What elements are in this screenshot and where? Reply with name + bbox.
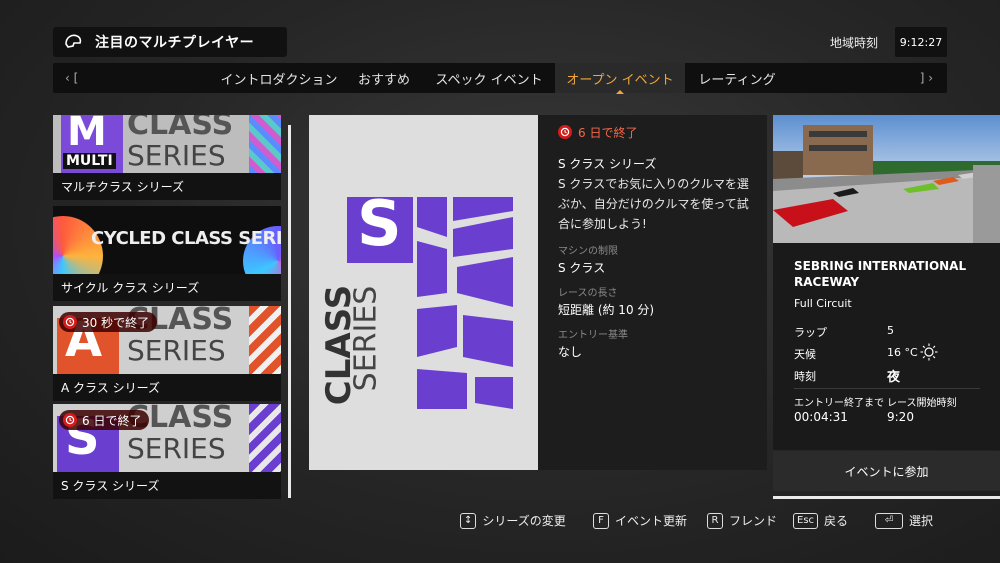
- race-start-label: レース開始時刻: [887, 398, 957, 409]
- series-art: M MULTI CLASS SERIES: [53, 115, 281, 173]
- updown-key-icon: ↕: [460, 512, 477, 529]
- hint-label: 戻る: [824, 514, 849, 528]
- hint-change-series[interactable]: ↕ シリーズの変更: [460, 512, 566, 529]
- event-info: 6 日で終了 S クラス シリーズ S クラスでお気に入りのクルマを選ぶか、自分…: [558, 122, 758, 360]
- tab-open-events[interactable]: オープン イベント: [555, 63, 685, 94]
- weather-value: 16 °C: [887, 346, 918, 359]
- hint-label: シリーズの変更: [482, 514, 566, 528]
- time-of-day-label: 時刻: [794, 370, 816, 383]
- hint-label: フレンド: [729, 514, 778, 528]
- laps-label: ラップ: [794, 326, 827, 339]
- event-art-pattern: [417, 197, 513, 409]
- entry-end-value: 00:04:31: [794, 410, 848, 424]
- hint-label: 選択: [909, 514, 934, 528]
- entry-criteria-value: なし: [558, 345, 583, 359]
- series-art-badge: MULTI: [63, 153, 116, 169]
- race-start-value: 9:20: [887, 410, 914, 424]
- tab-rating[interactable]: レーティング: [689, 63, 785, 93]
- clock-value: 9:12:27: [895, 27, 947, 57]
- car-restriction-value: S クラス: [558, 261, 606, 275]
- event-art: S CLASS SERIES: [309, 115, 538, 470]
- series-card-label: マルチクラス シリーズ: [53, 173, 281, 200]
- page-title-bar: 注目のマルチプレイヤー: [53, 27, 287, 57]
- entry-end-label: エントリー終了まで: [794, 398, 884, 409]
- event-art-letter: S: [357, 187, 402, 260]
- series-timer-text: 6 日で終了: [82, 413, 142, 428]
- hint-friends[interactable]: R フレンド: [707, 512, 777, 529]
- tab-spec-events[interactable]: スペック イベント: [427, 63, 551, 93]
- track-name: SEBRING INTERNATIONAL RACEWAY: [794, 259, 967, 289]
- esc-key-icon: Esc: [793, 512, 819, 529]
- series-art-title: CLASS: [127, 115, 234, 142]
- time-of-day-value: 夜: [887, 370, 901, 385]
- hint-label: イベント更新: [615, 514, 688, 528]
- divider: [794, 388, 980, 389]
- event-art-series: SERIES: [348, 285, 384, 392]
- series-timer-badge: 30 秒で終了: [59, 312, 158, 332]
- clock-icon: [558, 125, 572, 139]
- series-scrollbar[interactable]: [288, 125, 291, 498]
- join-event-button[interactable]: イベントに参加: [773, 451, 1000, 491]
- event-timer-text: 6 日で終了: [578, 125, 638, 140]
- series-art-title: CYCLED CLASS SERIES: [91, 228, 281, 249]
- tab-introduction[interactable]: イントロダクション: [213, 63, 345, 93]
- event-name: S クラス シリーズ: [558, 157, 657, 171]
- join-event-underline: [773, 496, 1000, 499]
- series-card-label: サイクル クラス シリーズ: [53, 274, 281, 301]
- series-card-multi-class[interactable]: M MULTI CLASS SERIES マルチクラス シリーズ: [53, 115, 281, 200]
- series-art-sub: SERIES: [127, 334, 226, 367]
- tab-bar: ‹ [ イントロダクション おすすめ スペック イベント オープン イベント レ…: [53, 63, 947, 94]
- clock-icon: [63, 413, 77, 427]
- track-image: [773, 115, 1000, 243]
- page-title: 注目のマルチプレイヤー: [95, 35, 255, 51]
- series-art-sub: SERIES: [127, 432, 226, 465]
- event-timer: 6 日で終了: [558, 124, 637, 141]
- track-layout: Full Circuit: [794, 297, 852, 310]
- clock-label: 地域時刻: [830, 36, 879, 50]
- series-art-sub: SERIES: [127, 139, 226, 172]
- enter-key-icon: ⏎: [875, 512, 903, 529]
- race-length-value: 短距離 (約 10 分): [558, 303, 655, 317]
- event-description: S クラスでお気に入りのクルマを選ぶか、自分だけのクルマを使って試合に参加しよう…: [558, 177, 749, 231]
- series-timer-text: 30 秒で終了: [82, 315, 150, 330]
- weather-label: 天候: [794, 348, 816, 361]
- hint-back[interactable]: Esc 戻る: [793, 512, 848, 529]
- helmet-icon: [65, 34, 82, 48]
- series-card-cycled-class[interactable]: CYCLED CLASS SERIES サイクル クラス シリーズ: [53, 206, 281, 301]
- car-restriction-label: マシンの制限: [558, 246, 618, 257]
- series-card-a-class[interactable]: A CLASS SERIES 30 秒で終了 A クラス シリーズ: [53, 306, 281, 401]
- tab-recommended[interactable]: おすすめ: [349, 63, 419, 93]
- hint-select[interactable]: ⏎ 選択: [875, 512, 933, 529]
- tab-next-hint[interactable]: ] ›: [920, 71, 933, 85]
- laps-value: 5: [887, 324, 894, 337]
- hint-refresh-event[interactable]: F イベント更新: [593, 512, 687, 529]
- race-length-label: レースの長さ: [558, 288, 618, 299]
- series-timer-badge: 6 日で終了: [59, 410, 150, 430]
- series-card-label: S クラス シリーズ: [53, 472, 281, 499]
- entry-criteria-label: エントリー基準: [558, 330, 628, 341]
- clock-icon: [63, 315, 77, 329]
- sun-icon: [920, 343, 938, 361]
- f-key-icon: F: [593, 512, 609, 529]
- series-card-label: A クラス シリーズ: [53, 374, 281, 401]
- series-card-s-class[interactable]: S CLASS SERIES 6 日で終了 S クラス シリーズ: [53, 404, 281, 499]
- r-key-icon: R: [707, 512, 723, 529]
- series-art: CYCLED CLASS SERIES: [53, 206, 281, 274]
- series-art-letter: M: [67, 115, 107, 155]
